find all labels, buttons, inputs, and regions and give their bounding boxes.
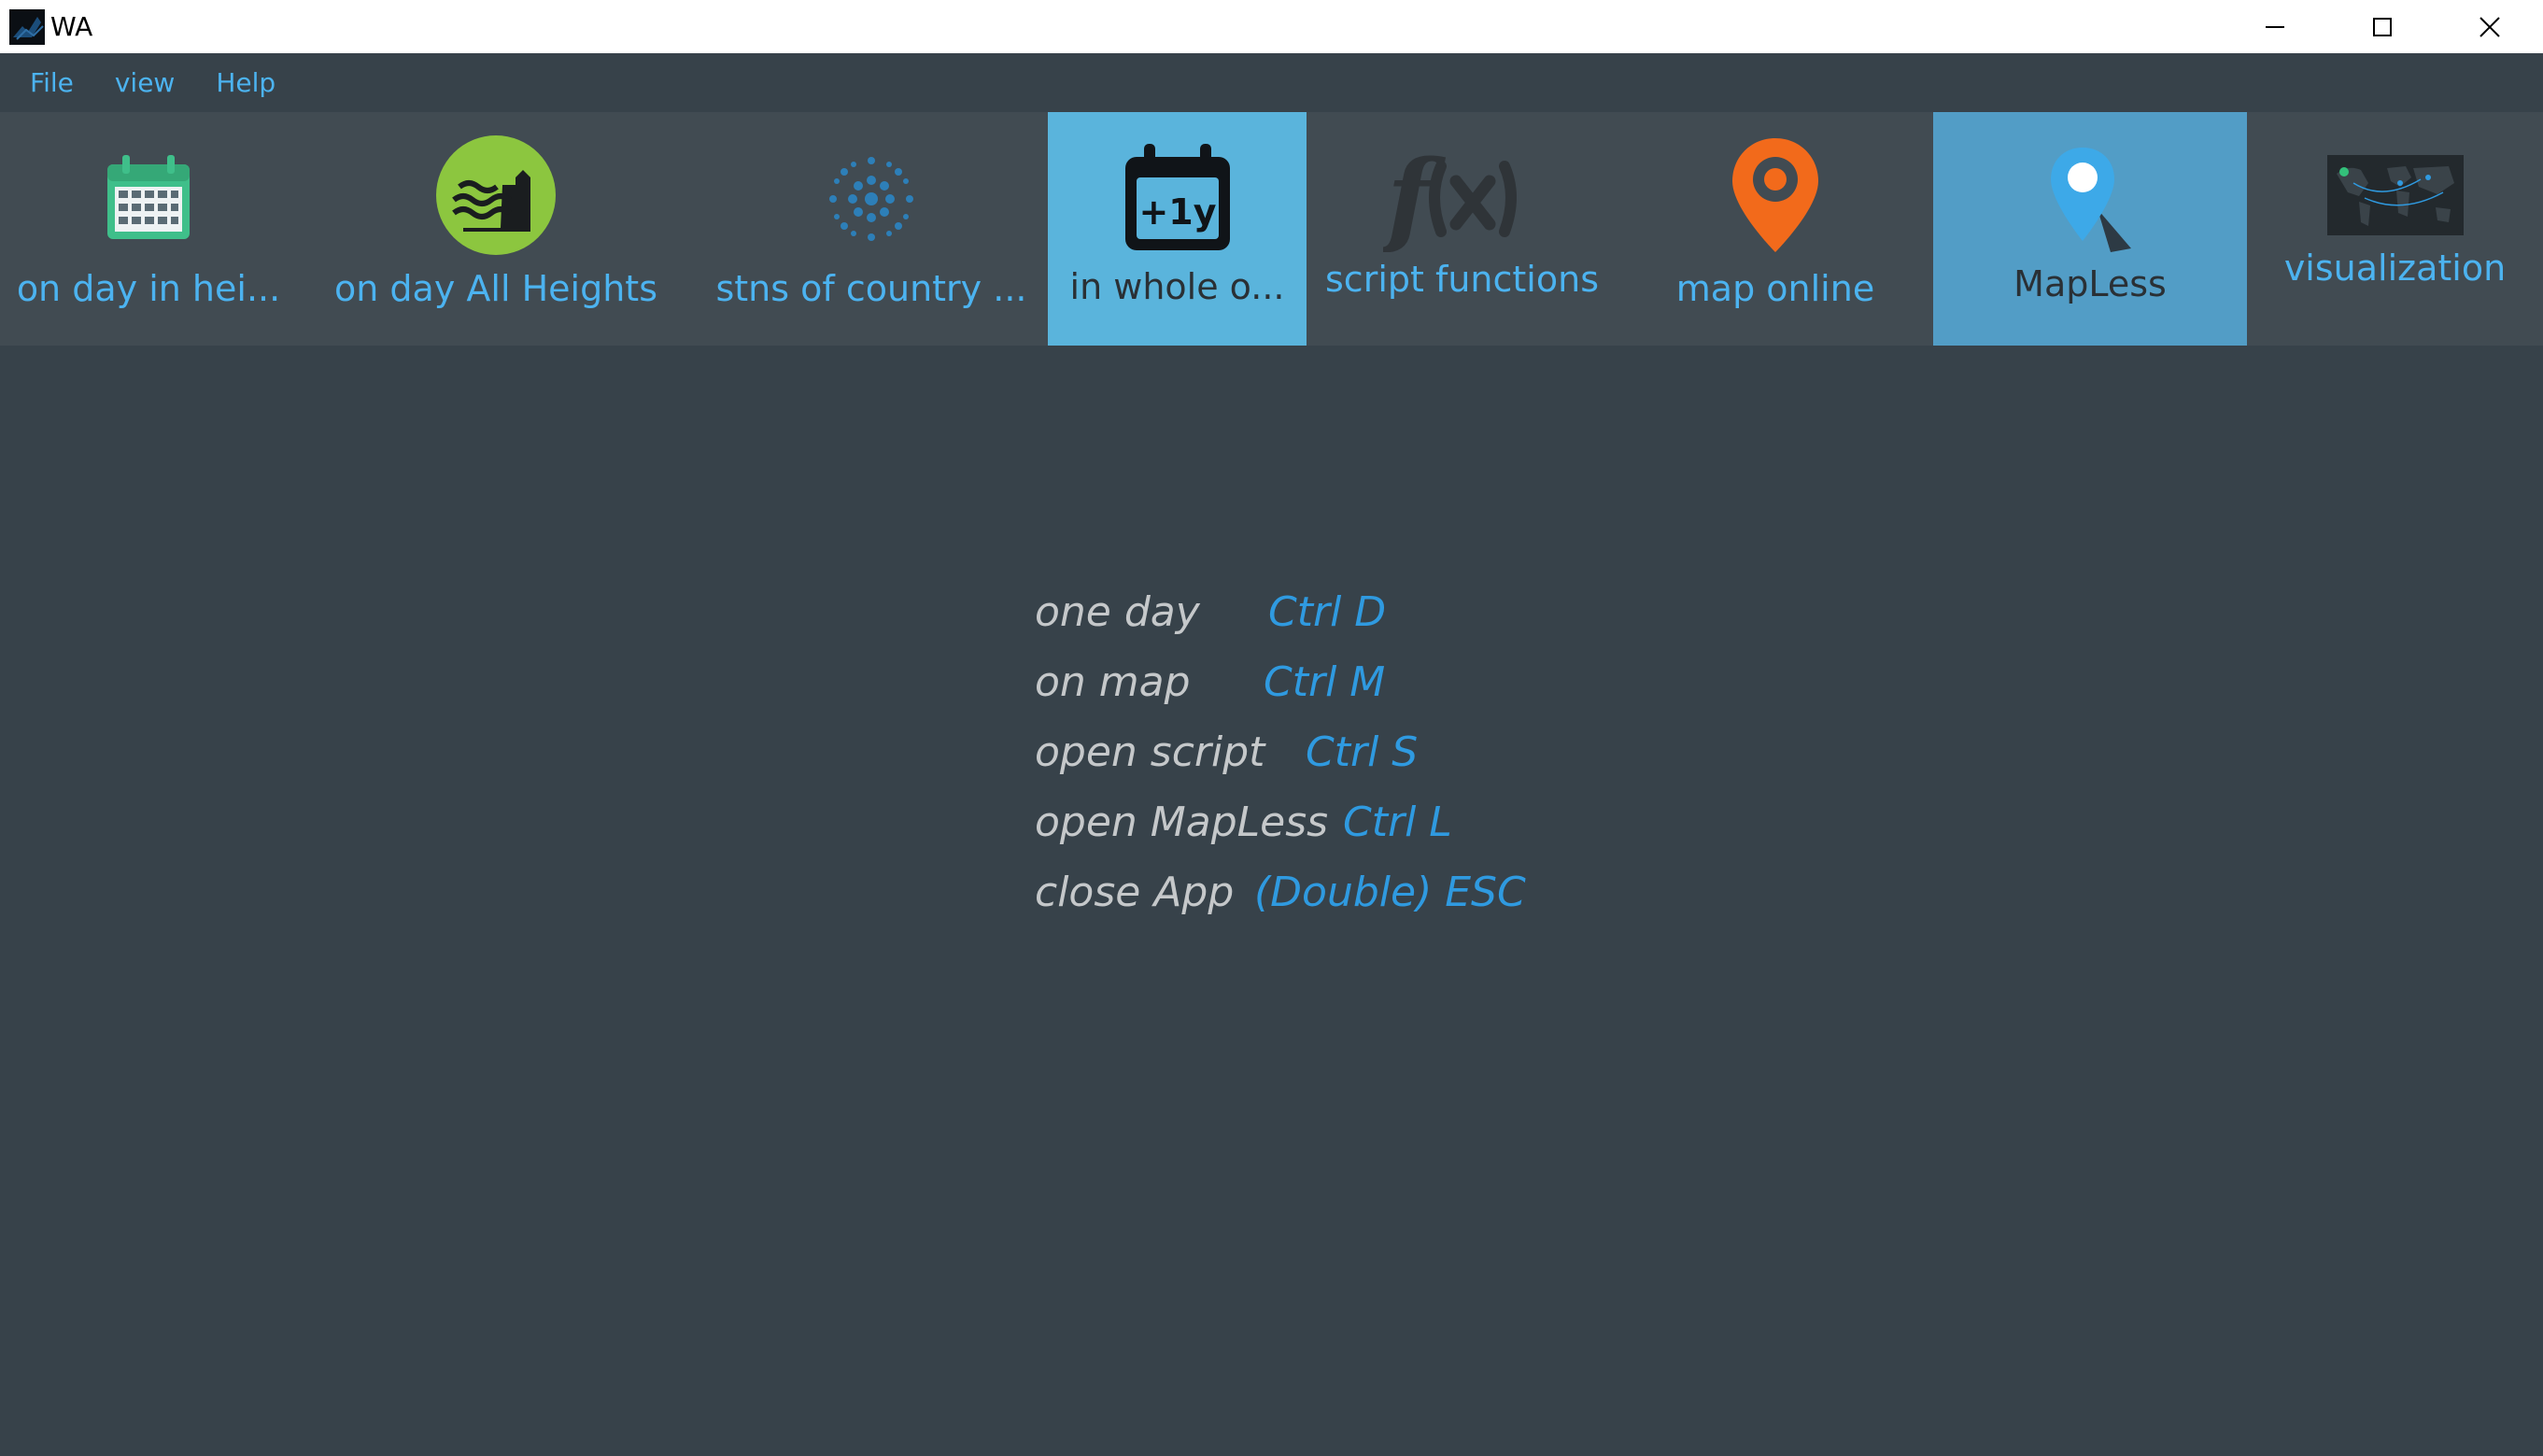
shortcut-row: one day Ctrl D [1035,588,1386,636]
tool-label: MapLess [2013,263,2167,304]
calendar-icon-text: +1y [1138,191,1216,233]
shortcut-row: open MapLess Ctrl L [1035,799,1452,846]
shortcut-action: open script [1035,728,1265,776]
tool-on-day-all-heights[interactable]: on day All Heights [297,112,695,346]
tool-label: visualization [2283,247,2507,289]
minimize-button[interactable] [2221,0,2328,53]
menu-file[interactable]: File [0,53,94,112]
tool-stations-of-country[interactable]: stns of country ... [695,112,1048,346]
tool-map-online[interactable]: map online [1618,112,1933,346]
calendar-plus-year-icon: +1y [1124,144,1230,250]
window-title: WA [50,11,93,42]
menu-bar: File view Help [0,53,2543,112]
tool-visualization[interactable]: visualization [2247,112,2543,346]
shortcut-action: on map [1035,658,1191,706]
tool-mapless[interactable]: MapLess [1933,112,2247,346]
close-icon [2479,16,2500,37]
shortcut-row: on map Ctrl M [1035,658,1385,706]
menu-help[interactable]: Help [195,53,296,112]
tool-label: in whole o... [1069,266,1285,307]
tool-on-day-in-heights[interactable]: on day in hei... [0,112,297,346]
shortcut-row: close App (Double) ESC [1035,869,1526,916]
heights-waves-icon [436,135,556,255]
calendar-grid-icon [107,155,190,239]
shortcut-key: Ctrl S [1306,728,1419,776]
minimize-icon [2265,25,2284,28]
app-logo-icon [9,8,45,45]
close-button[interactable] [2436,0,2543,53]
maximize-icon [2372,17,2392,36]
tool-label: script functions [1325,259,1599,300]
maximize-button[interactable] [2328,0,2436,53]
shortcut-key: Ctrl D [1268,588,1387,636]
title-bar: WA [0,0,2543,53]
toolbar: on day in hei... on day All Heights stns… [0,112,2543,346]
shortcut-action: close App [1035,869,1235,916]
shortcut-key: (Double) ESC [1254,869,1526,916]
tool-in-whole-year[interactable]: +1y in whole o... [1048,112,1307,346]
tool-label: map online [1675,268,1875,309]
tool-script-functions[interactable]: ƒ script functions [1307,112,1618,346]
map-pin-blue-icon [2051,148,2131,252]
window-controls [2221,0,2543,53]
map-pin-orange-icon [1732,138,1818,252]
tool-label: on day All Heights [334,268,657,309]
shortcut-key: Ctrl L [1343,799,1452,846]
shortcut-key: Ctrl M [1264,658,1386,706]
shortcut-action: open MapLess [1035,799,1329,846]
function-fx-icon: ƒ [1383,140,1517,252]
shortcut-action: one day [1035,588,1200,636]
tool-label: stns of country ... [715,268,1027,309]
menu-view[interactable]: view [94,53,195,112]
shortcut-row: open script Ctrl S [1035,728,1418,776]
tool-label: on day in hei... [16,268,281,309]
world-map-icon [2326,155,2464,235]
dots-cluster-icon [829,157,913,241]
